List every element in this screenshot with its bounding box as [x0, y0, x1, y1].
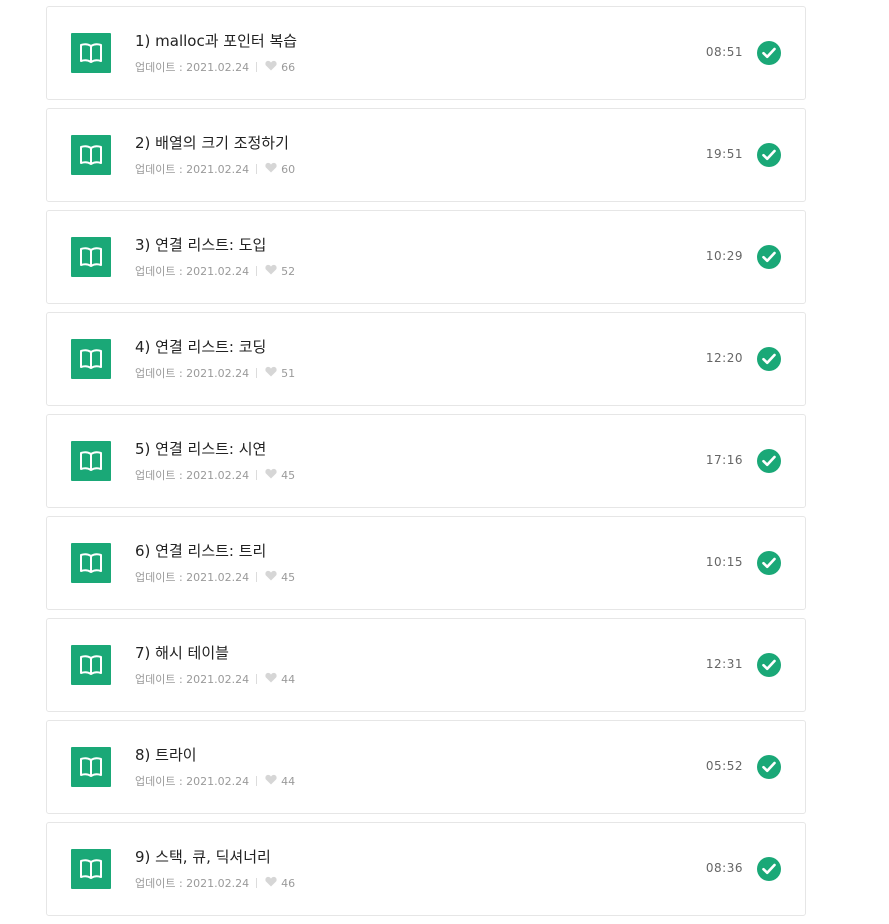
updated-date: 업데이트 : 2021.02.24 [135, 673, 250, 686]
lesson-duration: 12:20 [705, 351, 743, 365]
lesson-duration: 08:36 [705, 861, 743, 875]
updated-date: 업데이트 : 2021.02.24 [135, 265, 250, 278]
lesson-duration: 19:51 [705, 147, 743, 161]
lesson-list: 1) malloc과 포인터 복습 업데이트 : 2021.02.24 66 0… [46, 6, 806, 924]
meta-divider [256, 674, 258, 684]
like-count: 51 [281, 366, 296, 380]
like-count: 46 [281, 876, 296, 890]
lesson-title[interactable]: 1) malloc과 포인터 복습 [135, 30, 297, 51]
meta-divider [256, 164, 258, 174]
updated-date: 업데이트 : 2021.02.24 [135, 877, 250, 890]
meta-divider [256, 368, 258, 378]
meta-divider [256, 878, 258, 888]
open-book-icon [71, 237, 111, 277]
lesson-duration: 12:31 [705, 657, 743, 671]
open-book-icon [71, 441, 111, 481]
updated-date: 업데이트 : 2021.02.24 [135, 61, 250, 74]
like-count: 66 [281, 60, 296, 74]
lesson-meta: 업데이트 : 2021.02.24 45 [135, 467, 295, 483]
lesson-duration: 05:52 [705, 759, 743, 773]
updated-date: 업데이트 : 2021.02.24 [135, 163, 250, 176]
like-count: 45 [281, 468, 296, 482]
check-circle-icon [757, 245, 781, 269]
lesson-row[interactable]: 9) 스택, 큐, 딕셔너리 업데이트 : 2021.02.24 46 08:3… [46, 822, 806, 916]
heart-icon [265, 876, 277, 890]
open-book-icon [71, 543, 111, 583]
lesson-row[interactable]: 7) 해시 테이블 업데이트 : 2021.02.24 44 12:31 [46, 618, 806, 712]
heart-icon [265, 162, 277, 176]
lesson-meta: 업데이트 : 2021.02.24 46 [135, 875, 295, 891]
lesson-meta: 업데이트 : 2021.02.24 45 [135, 569, 295, 585]
meta-divider [256, 266, 258, 276]
lesson-title[interactable]: 5) 연결 리스트: 시연 [135, 438, 266, 459]
heart-icon [265, 468, 277, 482]
open-book-icon [71, 747, 111, 787]
lesson-duration: 08:51 [705, 45, 743, 59]
lesson-title[interactable]: 9) 스택, 큐, 딕셔너리 [135, 846, 271, 867]
updated-date: 업데이트 : 2021.02.24 [135, 571, 250, 584]
heart-icon [265, 570, 277, 584]
open-book-icon [71, 33, 111, 73]
lesson-title[interactable]: 2) 배열의 크기 조정하기 [135, 132, 289, 153]
lesson-title[interactable]: 7) 해시 테이블 [135, 642, 229, 663]
lesson-meta: 업데이트 : 2021.02.24 51 [135, 365, 295, 381]
meta-divider [256, 776, 258, 786]
meta-divider [256, 62, 258, 72]
like-count: 52 [281, 264, 296, 278]
lesson-row[interactable]: 6) 연결 리스트: 트리 업데이트 : 2021.02.24 45 10:15 [46, 516, 806, 610]
check-circle-icon [757, 653, 781, 677]
open-book-icon [71, 849, 111, 889]
lesson-row[interactable]: 2) 배열의 크기 조정하기 업데이트 : 2021.02.24 60 19:5… [46, 108, 806, 202]
meta-divider [256, 470, 258, 480]
heart-icon [265, 264, 277, 278]
check-circle-icon [757, 449, 781, 473]
updated-date: 업데이트 : 2021.02.24 [135, 367, 250, 380]
heart-icon [265, 672, 277, 686]
lesson-duration: 17:16 [705, 453, 743, 467]
lesson-row[interactable]: 5) 연결 리스트: 시연 업데이트 : 2021.02.24 45 17:16 [46, 414, 806, 508]
lesson-title[interactable]: 3) 연결 리스트: 도입 [135, 234, 266, 255]
check-circle-icon [757, 143, 781, 167]
lesson-duration: 10:29 [705, 249, 743, 263]
check-circle-icon [757, 41, 781, 65]
lesson-meta: 업데이트 : 2021.02.24 66 [135, 59, 295, 75]
updated-date: 업데이트 : 2021.02.24 [135, 469, 250, 482]
lesson-meta: 업데이트 : 2021.02.24 44 [135, 773, 295, 789]
lesson-meta: 업데이트 : 2021.02.24 60 [135, 161, 295, 177]
heart-icon [265, 60, 277, 74]
meta-divider [256, 572, 258, 582]
heart-icon [265, 774, 277, 788]
updated-date: 업데이트 : 2021.02.24 [135, 775, 250, 788]
lesson-duration: 10:15 [705, 555, 743, 569]
like-count: 60 [281, 162, 296, 176]
check-circle-icon [757, 551, 781, 575]
like-count: 44 [281, 774, 296, 788]
lesson-title[interactable]: 6) 연결 리스트: 트리 [135, 540, 266, 561]
check-circle-icon [757, 347, 781, 371]
check-circle-icon [757, 755, 781, 779]
lesson-meta: 업데이트 : 2021.02.24 44 [135, 671, 295, 687]
lesson-title[interactable]: 4) 연결 리스트: 코딩 [135, 336, 266, 357]
lesson-row[interactable]: 3) 연결 리스트: 도입 업데이트 : 2021.02.24 52 10:29 [46, 210, 806, 304]
heart-icon [265, 366, 277, 380]
lesson-title[interactable]: 8) 트라이 [135, 744, 197, 765]
open-book-icon [71, 339, 111, 379]
like-count: 45 [281, 570, 296, 584]
like-count: 44 [281, 672, 296, 686]
lesson-meta: 업데이트 : 2021.02.24 52 [135, 263, 295, 279]
open-book-icon [71, 645, 111, 685]
open-book-icon [71, 135, 111, 175]
check-circle-icon [757, 857, 781, 881]
lesson-row[interactable]: 1) malloc과 포인터 복습 업데이트 : 2021.02.24 66 0… [46, 6, 806, 100]
lesson-row[interactable]: 8) 트라이 업데이트 : 2021.02.24 44 05:52 [46, 720, 806, 814]
lesson-row[interactable]: 4) 연결 리스트: 코딩 업데이트 : 2021.02.24 51 12:20 [46, 312, 806, 406]
